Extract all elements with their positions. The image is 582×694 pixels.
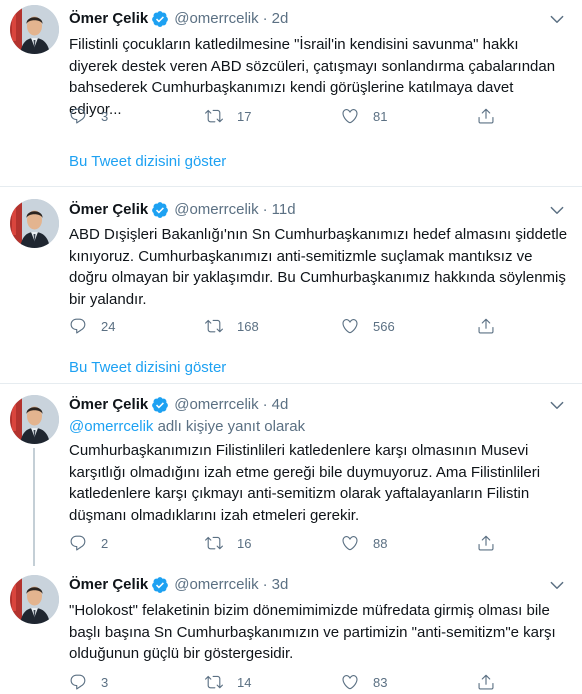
reply-icon — [69, 534, 87, 552]
like-button[interactable]: 83 — [341, 672, 387, 692]
reply-icon — [69, 317, 87, 335]
retweet-icon — [205, 317, 223, 335]
retweet-button[interactable]: 168 — [205, 316, 259, 336]
reply-icon — [69, 673, 87, 691]
like-button[interactable]: 81 — [341, 106, 387, 126]
show-thread-link[interactable]: Bu Tweet dizisini göster — [69, 358, 226, 378]
reply-count: 2 — [101, 535, 109, 551]
reply-context: @omerrcelik adlı kişiye yanıt olarak — [69, 417, 305, 437]
tweet-text: ABD Dışişleri Bakanlığı'nın Sn Cumhurbaş… — [69, 226, 568, 308]
tweet-actions: 3 17 81 — [69, 106, 509, 126]
tweet-timestamp[interactable]: 3d — [272, 575, 289, 595]
like-icon — [341, 317, 359, 335]
tweet-header: Ömer Çelik @omerrcelik · 11d — [69, 200, 296, 220]
like-button[interactable]: 88 — [341, 533, 387, 553]
like-button[interactable]: 566 — [341, 316, 395, 336]
retweet-icon — [205, 107, 223, 125]
more-options-chevron-icon[interactable] — [546, 200, 568, 220]
tweet-actions: 24 168 566 — [69, 316, 509, 336]
like-icon — [341, 534, 359, 552]
like-count: 81 — [373, 108, 388, 124]
share-button[interactable] — [477, 533, 495, 553]
author-name[interactable]: Ömer Çelik — [69, 575, 148, 595]
share-button[interactable] — [477, 672, 495, 692]
more-options-chevron-icon[interactable] — [546, 395, 568, 415]
reply-icon — [69, 107, 87, 125]
tweet-header: Ömer Çelik @omerrcelik · 3d — [69, 575, 288, 595]
avatar[interactable] — [10, 395, 59, 444]
tweet-header: Ömer Çelik @omerrcelik · 2d — [69, 9, 288, 29]
share-icon — [477, 317, 495, 335]
author-handle[interactable]: @omerrcelik — [174, 9, 258, 29]
separator-dot: · — [262, 10, 268, 27]
reply-to-label: adlı kişiye yanıt olarak — [153, 418, 306, 435]
tweet-text: Cumhurbaşkanımızın Filistinlileri katled… — [69, 442, 541, 524]
thread-connector-line — [33, 448, 35, 566]
author-handle[interactable]: @omerrcelik — [174, 200, 258, 220]
show-thread-link[interactable]: Bu Tweet dizisini göster — [69, 152, 226, 172]
tweet-timestamp[interactable]: 11d — [272, 200, 296, 220]
author-name[interactable]: Ömer Çelik — [69, 9, 148, 29]
avatar[interactable] — [10, 575, 59, 624]
avatar[interactable] — [10, 5, 59, 54]
tweet-2[interactable]: Ömer Çelik @omerrcelik · 11d ABD Dışişle… — [0, 187, 582, 386]
like-icon — [341, 673, 359, 691]
retweet-button[interactable]: 17 — [205, 106, 251, 126]
tweet-1[interactable]: Ömer Çelik @omerrcelik · 2d Filistinli ç… — [0, 0, 582, 190]
reply-count: 24 — [101, 318, 116, 334]
like-count: 83 — [373, 674, 388, 690]
tweet-3[interactable]: Ömer Çelik @omerrcelik · 4d @omerrcelik … — [0, 384, 582, 566]
like-count: 88 — [373, 535, 388, 551]
author-handle[interactable]: @omerrcelik — [174, 395, 258, 415]
share-button[interactable] — [477, 316, 495, 336]
share-icon — [477, 534, 495, 552]
share-button[interactable] — [477, 106, 495, 126]
retweet-count: 168 — [237, 318, 259, 334]
tweet-actions: 2 16 88 — [69, 533, 509, 553]
verified-badge-icon — [151, 10, 169, 28]
author-name[interactable]: Ömer Çelik — [69, 200, 148, 220]
like-count: 566 — [373, 318, 395, 334]
retweet-count: 14 — [237, 674, 252, 690]
separator-dot: · — [262, 576, 268, 593]
retweet-count: 17 — [237, 108, 252, 124]
verified-badge-icon — [151, 396, 169, 414]
verified-badge-icon — [151, 576, 169, 594]
retweet-icon — [205, 534, 223, 552]
tweet-timestamp[interactable]: 2d — [272, 9, 289, 29]
retweet-button[interactable]: 16 — [205, 533, 251, 553]
tweet-actions: 3 14 83 — [69, 672, 509, 692]
reply-count: 3 — [101, 674, 109, 690]
like-icon — [341, 107, 359, 125]
retweet-icon — [205, 673, 223, 691]
reply-to-handle-link[interactable]: @omerrcelik — [69, 418, 153, 435]
reply-button[interactable]: 2 — [69, 533, 108, 553]
retweet-button[interactable]: 14 — [205, 672, 251, 692]
tweet-timestamp[interactable]: 4d — [272, 395, 289, 415]
reply-button[interactable]: 3 — [69, 106, 108, 126]
retweet-count: 16 — [237, 535, 252, 551]
more-options-chevron-icon[interactable] — [546, 9, 568, 29]
reply-button[interactable]: 3 — [69, 672, 108, 692]
more-options-chevron-icon[interactable] — [546, 575, 568, 595]
separator-dot: · — [262, 396, 268, 413]
separator-dot: · — [262, 201, 268, 218]
tweet-header: Ömer Çelik @omerrcelik · 4d — [69, 395, 288, 415]
tweet-text: "Holokost" felaketinin bizim dönemimimiz… — [69, 602, 556, 662]
author-handle[interactable]: @omerrcelik — [174, 575, 258, 595]
reply-count: 3 — [101, 108, 109, 124]
share-icon — [477, 107, 495, 125]
author-name[interactable]: Ömer Çelik — [69, 395, 148, 415]
avatar[interactable] — [10, 199, 59, 248]
reply-button[interactable]: 24 — [69, 316, 115, 336]
tweet-4[interactable]: Ömer Çelik @omerrcelik · 3d "Holokost" f… — [0, 566, 582, 694]
share-icon — [477, 673, 495, 691]
verified-badge-icon — [151, 201, 169, 219]
